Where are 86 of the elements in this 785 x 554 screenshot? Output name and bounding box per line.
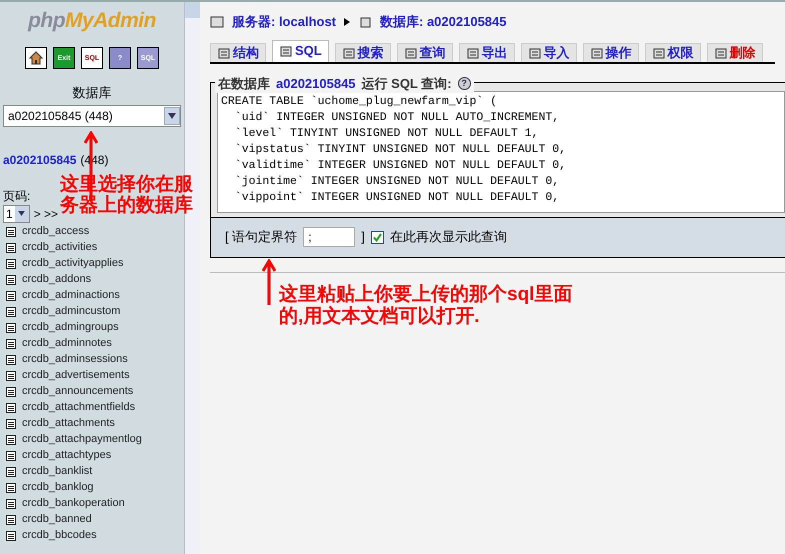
table-icon bbox=[6, 242, 16, 252]
delimiter-label: [ 语句定界符 bbox=[225, 228, 298, 246]
table-link[interactable]: crcdb_adminnotes bbox=[22, 335, 112, 352]
table-link[interactable]: crcdb_access bbox=[22, 223, 90, 240]
tab[interactable]: 结构 bbox=[210, 42, 266, 62]
table-icon bbox=[6, 226, 16, 236]
table-icon bbox=[6, 434, 16, 444]
tab[interactable]: 导入 bbox=[520, 42, 577, 62]
table-icon bbox=[6, 370, 16, 380]
database-link[interactable]: a0202105845 bbox=[3, 150, 76, 168]
database-select[interactable]: a0202105845 (448) bbox=[3, 104, 181, 126]
database-label: 数据库 bbox=[72, 84, 112, 102]
table-link[interactable]: crcdb_bankoperation bbox=[22, 495, 125, 512]
database-icon bbox=[358, 14, 372, 29]
legend-text: 在数据库 bbox=[218, 74, 270, 92]
delimiter-label: ] bbox=[361, 228, 365, 246]
table-icon bbox=[6, 402, 16, 412]
checkbox[interactable] bbox=[370, 230, 384, 244]
tab[interactable]: 权限 bbox=[644, 42, 701, 62]
table-icon bbox=[6, 466, 16, 476]
caret-icon bbox=[14, 206, 29, 222]
table-link[interactable]: crcdb_attachmentfields bbox=[22, 399, 136, 416]
table-icon bbox=[6, 338, 16, 348]
next-page-link[interactable]: > >> bbox=[34, 204, 58, 222]
table-link[interactable]: crcdb_banklist bbox=[22, 463, 92, 480]
table-link[interactable]: crcdb_announcements bbox=[22, 383, 134, 400]
table-link[interactable]: crcdb_admingroups bbox=[22, 319, 119, 336]
tab-icon bbox=[590, 46, 604, 60]
tab-icon bbox=[714, 46, 728, 60]
phpmyadmin-logo: phpMyAdmin bbox=[28, 10, 156, 31]
table-icon bbox=[6, 450, 16, 460]
page-select[interactable]: 1 bbox=[3, 204, 30, 222]
tab[interactable]: 导出 bbox=[458, 42, 515, 62]
table-icon bbox=[6, 514, 16, 524]
table-icon bbox=[6, 386, 16, 396]
tab[interactable]: 搜索 bbox=[334, 42, 391, 62]
table-icon bbox=[6, 530, 16, 540]
tab-icon bbox=[342, 46, 356, 60]
checkbox-label: 在此再次显示此查询 bbox=[390, 228, 507, 246]
home-button[interactable] bbox=[25, 47, 47, 69]
table-link[interactable]: crcdb_banned bbox=[22, 511, 92, 528]
table-icon bbox=[6, 482, 16, 492]
table-link[interactable]: crcdb_banklog bbox=[22, 479, 94, 496]
caret-icon bbox=[164, 106, 180, 124]
tab-icon bbox=[466, 46, 480, 60]
table-link[interactable]: crcdb_admincustom bbox=[22, 303, 120, 320]
tab[interactable]: 查询 bbox=[396, 42, 453, 62]
database-link[interactable]: 数据库: a0202105845 bbox=[380, 12, 506, 32]
house-icon bbox=[28, 50, 44, 66]
tab-icon bbox=[652, 46, 666, 60]
tab-icon bbox=[528, 46, 542, 60]
table-link[interactable]: crcdb_advertisements bbox=[22, 367, 130, 384]
tab-icon bbox=[217, 46, 231, 60]
table-link[interactable]: crcdb_addons bbox=[22, 271, 92, 288]
server-icon bbox=[210, 14, 224, 29]
table-link[interactable]: crcdb_activities bbox=[22, 239, 98, 256]
table-icon bbox=[6, 274, 16, 284]
table-link[interactable]: crcdb_bbcodes bbox=[22, 527, 97, 544]
table-icon bbox=[6, 354, 16, 364]
table-link[interactable]: crcdb_adminsessions bbox=[22, 351, 128, 368]
table-icon bbox=[6, 258, 16, 268]
page-label: 页码: bbox=[2, 188, 30, 204]
table-link[interactable]: crcdb_attachments bbox=[22, 415, 115, 432]
table-link[interactable]: crcdb_adminactions bbox=[22, 287, 120, 304]
table-icon bbox=[6, 290, 16, 300]
sql-input[interactable]: CREATE TABLE `uchome_plug_newfarm_vip` ( `uid` INTEGER UNSIGNED NOT NULL AUTO_INCREMENT, `level` TINYINT UNSIGNED NOT NULL DEFAULT 1, `vipstatus` TINYINT UNSIGNED NOT NULL DEFAULT 0, `validtime` INTEGER UNSIGNED NOT NULL DEFAULT 0, `jointime` INTEGER UNSIGNED NOT NULL DEFAULT 0, `vippoint` INTEGER UNSIGNED NOT NULL DEFAULT 0, bbox=[217, 90, 785, 212]
table-icon bbox=[6, 306, 16, 316]
legend-text: 运行 SQL 查询: bbox=[362, 74, 452, 92]
table-link[interactable]: crcdb_attachpaymentlog bbox=[22, 431, 142, 448]
server-link[interactable]: 服务器: localhost bbox=[232, 12, 336, 32]
delimiter-field[interactable]: ; bbox=[303, 227, 356, 247]
table-icon bbox=[6, 418, 16, 428]
table-link[interactable]: crcdb_attachtypes bbox=[22, 447, 112, 464]
table-icon bbox=[6, 498, 16, 508]
tab[interactable]: 删除 bbox=[706, 42, 763, 62]
annotation-text: 这里粘贴上你要上传的那个sql里面的,用文本文档可以打开. bbox=[279, 284, 574, 328]
table-icon bbox=[6, 322, 16, 332]
arrow bbox=[262, 259, 276, 305]
tab[interactable]: 操作 bbox=[582, 42, 639, 62]
tab-icon bbox=[279, 44, 293, 58]
table-link[interactable]: crcdb_activityapplies bbox=[22, 255, 124, 272]
separator-icon bbox=[344, 18, 350, 26]
tab[interactable]: SQL bbox=[272, 40, 329, 62]
help-icon[interactable]: ? bbox=[458, 76, 471, 90]
database-link[interactable]: a0202105845 bbox=[276, 74, 356, 93]
tab-icon bbox=[404, 46, 418, 60]
